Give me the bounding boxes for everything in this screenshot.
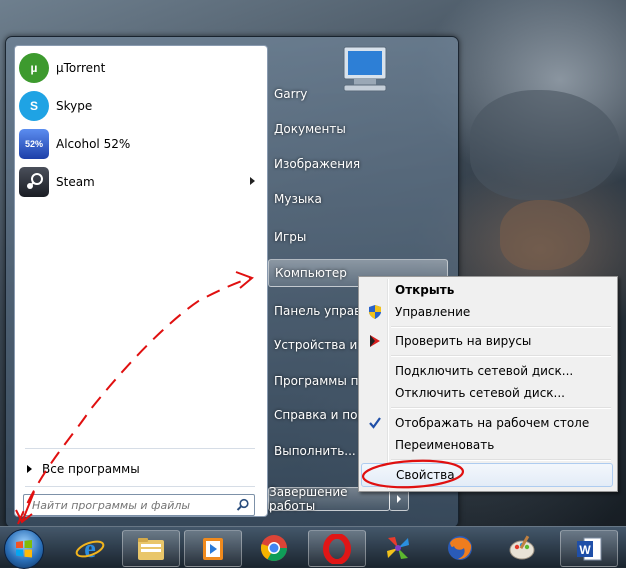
wallpaper-animal — [500, 200, 590, 270]
start-right-item-run[interactable]: Выполнить... — [268, 438, 362, 464]
uac-shield-icon — [369, 305, 381, 319]
program-label: Skype — [56, 99, 93, 113]
taskbar-pinwheel-app[interactable] — [370, 530, 426, 565]
item-label: Свойства — [396, 468, 455, 482]
menu-separator — [391, 459, 611, 461]
skype-icon: S — [19, 91, 49, 121]
taskbar-chrome[interactable] — [246, 530, 302, 565]
item-label: Программы по — [274, 374, 362, 388]
start-right-item-music[interactable]: Музыка — [268, 186, 454, 212]
antivirus-icon — [370, 335, 380, 347]
search-icon[interactable] — [236, 498, 250, 512]
context-item-properties[interactable]: Свойства — [361, 463, 613, 487]
item-label: Панель управле — [274, 304, 362, 318]
program-label: µTorrent — [56, 61, 106, 75]
all-programs-label: Все программы — [42, 462, 140, 476]
context-item-map-drive[interactable]: Подключить сетевой диск... — [361, 360, 613, 382]
start-right-item-help[interactable]: Справка и подд — [268, 402, 362, 428]
start-right-item-devices[interactable]: Устройства и п — [268, 332, 362, 358]
all-programs-button[interactable]: Все программы — [23, 458, 259, 480]
start-search-box[interactable] — [23, 494, 255, 516]
menu-separator — [391, 407, 611, 409]
menu-separator — [391, 326, 611, 328]
start-menu-programs-pane: µ µTorrent S Skype 52% Alcohol 52% Steam… — [14, 45, 268, 517]
svg-text:e: e — [84, 534, 96, 563]
item-label: Справка и подд — [274, 408, 362, 422]
context-item-open[interactable]: Открыть — [361, 279, 613, 301]
chrome-icon — [260, 534, 288, 561]
media-player-icon — [203, 537, 223, 560]
item-label: Документы — [274, 122, 346, 136]
context-item-manage[interactable]: Управление — [361, 301, 613, 323]
item-label: Компьютер — [275, 266, 347, 280]
taskbar-media-player[interactable] — [184, 530, 242, 567]
opera-icon — [323, 533, 351, 564]
item-label: Игры — [274, 230, 307, 244]
start-right-item-user[interactable]: Garry — [268, 81, 454, 107]
pinned-program-utorrent[interactable]: µ µTorrent — [19, 50, 263, 86]
item-label: Изображения — [274, 157, 361, 171]
item-label: Проверить на вирусы — [395, 334, 532, 348]
triangle-right-icon — [27, 465, 32, 473]
program-label: Steam — [56, 175, 95, 189]
windows-logo-icon — [16, 540, 32, 558]
checkmark-icon — [369, 417, 381, 429]
item-label: Устройства и п — [274, 338, 362, 352]
item-label: Выполнить... — [274, 444, 356, 458]
arrow-right-icon — [397, 495, 401, 503]
context-item-scan-viruses[interactable]: Проверить на вирусы — [361, 330, 613, 352]
taskbar-firefox[interactable] — [432, 530, 488, 565]
taskbar-internet-explorer[interactable]: e — [62, 530, 118, 565]
start-right-item-documents[interactable]: Документы — [268, 116, 454, 142]
start-right-item-pictures[interactable]: Изображения — [268, 151, 454, 177]
pinwheel-app-icon — [387, 536, 409, 559]
item-label: Переименовать — [395, 438, 495, 452]
paint-icon — [509, 534, 535, 559]
item-label: Подключить сетевой диск... — [395, 364, 574, 378]
taskbar-opera[interactable] — [308, 530, 366, 567]
pinned-program-steam[interactable]: Steam — [19, 164, 263, 200]
start-right-item-games[interactable]: Игры — [268, 224, 454, 250]
alcohol-icon: 52% — [19, 129, 49, 159]
item-label: Музыка — [274, 192, 322, 206]
context-item-show-on-desktop[interactable]: Отображать на рабочем столе — [361, 412, 613, 434]
item-label: Отображать на рабочем столе — [395, 416, 590, 430]
utorrent-icon: µ — [19, 53, 49, 83]
search-input[interactable] — [30, 497, 234, 513]
divider — [25, 486, 255, 487]
context-item-rename[interactable]: Переименовать — [361, 434, 613, 456]
start-button[interactable] — [4, 529, 44, 569]
wallpaper-rock — [470, 90, 620, 200]
start-right-item-default-programs[interactable]: Программы по — [268, 368, 362, 394]
taskbar: e W — [0, 526, 626, 569]
item-label: Отключить сетевой диск... — [395, 386, 565, 400]
item-label: Открыть — [395, 283, 455, 297]
item-label: Garry — [274, 87, 308, 101]
item-label: Управление — [395, 305, 471, 319]
steam-icon — [19, 167, 49, 197]
internet-explorer-icon: e — [75, 534, 105, 563]
pinned-program-alcohol[interactable]: 52% Alcohol 52% — [19, 126, 263, 162]
divider — [25, 448, 255, 449]
word-icon: W — [577, 537, 602, 560]
taskbar-paint[interactable] — [494, 530, 550, 565]
context-item-disconnect-drive[interactable]: Отключить сетевой диск... — [361, 382, 613, 404]
pinned-program-skype[interactable]: S Skype — [19, 88, 263, 124]
submenu-arrow-icon — [250, 177, 255, 185]
menu-separator — [391, 355, 611, 357]
context-menu: Открыть Управление Проверить на вирусы П… — [358, 276, 618, 492]
taskbar-word[interactable]: W — [560, 530, 618, 567]
firefox-icon — [448, 535, 472, 560]
svg-text:W: W — [579, 543, 591, 557]
program-label: Alcohol 52% — [56, 137, 131, 151]
explorer-folder-icon — [138, 537, 164, 560]
taskbar-explorer[interactable] — [122, 530, 180, 567]
start-right-item-control-panel[interactable]: Панель управле — [268, 298, 362, 324]
